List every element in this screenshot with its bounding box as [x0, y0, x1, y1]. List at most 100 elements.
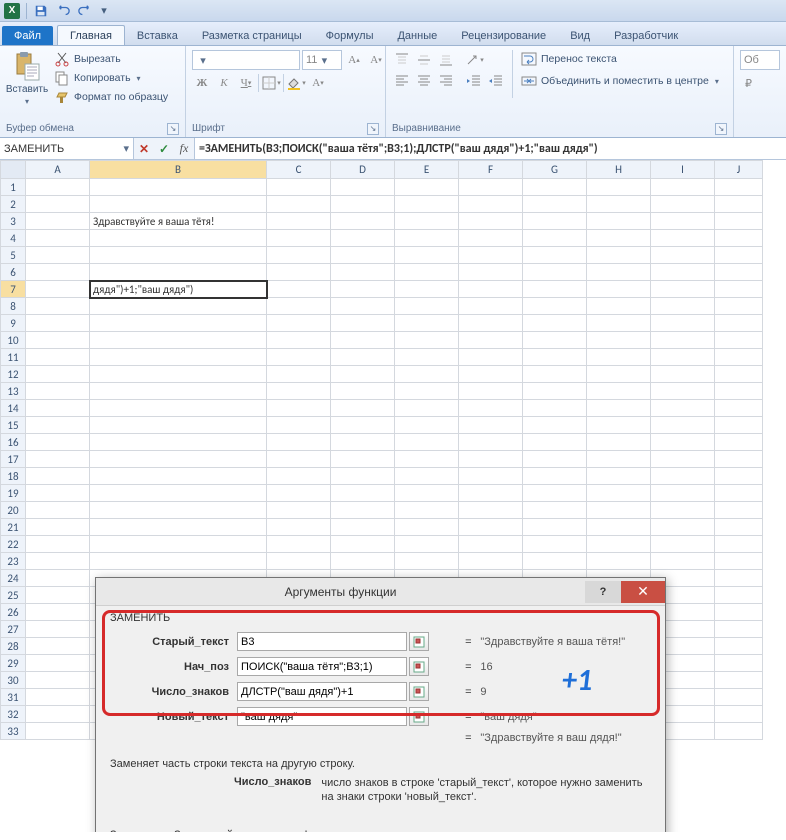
bold-button[interactable]: Ж — [192, 73, 212, 93]
redo-icon[interactable] — [77, 3, 93, 19]
cell[interactable] — [267, 315, 331, 332]
spreadsheet-grid[interactable]: ABCDEFGHIJ123Здравствуйте я ваша тётя!45… — [0, 160, 786, 832]
align-bottom-icon[interactable] — [436, 50, 456, 70]
cell[interactable] — [90, 468, 267, 485]
cell[interactable] — [523, 213, 587, 230]
cell[interactable] — [26, 621, 90, 638]
row-header[interactable]: 20 — [1, 502, 26, 519]
cell[interactable] — [395, 281, 459, 298]
cell[interactable] — [651, 315, 715, 332]
cell[interactable] — [395, 519, 459, 536]
alignment-launcher-icon[interactable]: ↘ — [715, 123, 727, 135]
cell[interactable] — [523, 434, 587, 451]
column-header[interactable]: C — [267, 161, 331, 179]
cell[interactable] — [331, 383, 395, 400]
row-header[interactable]: 18 — [1, 468, 26, 485]
fx-icon[interactable]: fx — [174, 141, 194, 156]
cell[interactable] — [459, 264, 523, 281]
copy-button[interactable]: Копировать ▾ — [52, 69, 170, 87]
font-color-button[interactable]: A▾ — [308, 73, 328, 93]
formula-cancel-icon[interactable]: ✕ — [134, 142, 154, 156]
align-center-icon[interactable] — [414, 71, 434, 91]
grow-font-icon[interactable]: A▴ — [344, 50, 364, 70]
cell[interactable] — [651, 536, 715, 553]
cell[interactable] — [715, 672, 763, 689]
cell[interactable] — [331, 247, 395, 264]
cell[interactable] — [523, 281, 587, 298]
cell[interactable] — [331, 553, 395, 570]
paste-button[interactable]: Вставить ▾ — [6, 48, 48, 108]
cell[interactable] — [587, 383, 651, 400]
column-header[interactable]: A — [26, 161, 90, 179]
cell[interactable] — [587, 485, 651, 502]
cell[interactable] — [587, 451, 651, 468]
cell[interactable] — [523, 400, 587, 417]
cell[interactable] — [267, 366, 331, 383]
arg-input[interactable] — [237, 632, 407, 651]
cell[interactable] — [587, 553, 651, 570]
cell[interactable] — [26, 587, 90, 604]
cell[interactable] — [651, 230, 715, 247]
row-header[interactable]: 23 — [1, 553, 26, 570]
cell[interactable] — [523, 247, 587, 264]
cell[interactable] — [651, 400, 715, 417]
cell[interactable] — [459, 400, 523, 417]
row-header[interactable]: 21 — [1, 519, 26, 536]
row-header[interactable]: 1 — [1, 179, 26, 196]
font-name-combo[interactable]: ▾ — [192, 50, 300, 70]
cell[interactable] — [90, 400, 267, 417]
cell[interactable] — [267, 298, 331, 315]
cell[interactable] — [331, 434, 395, 451]
cut-button[interactable]: Вырезать — [52, 50, 170, 68]
cell[interactable] — [523, 553, 587, 570]
cell[interactable] — [267, 553, 331, 570]
arg-input[interactable] — [237, 657, 407, 676]
cell[interactable] — [26, 247, 90, 264]
cell[interactable] — [267, 247, 331, 264]
cell[interactable] — [651, 179, 715, 196]
cell[interactable] — [587, 247, 651, 264]
cell[interactable] — [715, 451, 763, 468]
row-header[interactable]: 19 — [1, 485, 26, 502]
range-picker-icon[interactable] — [409, 707, 429, 726]
cell[interactable] — [587, 315, 651, 332]
cell[interactable] — [651, 417, 715, 434]
borders-button[interactable]: ▾ — [261, 73, 281, 93]
cell[interactable]: дядя")+1;"ваш дядя") — [90, 281, 267, 298]
cell[interactable] — [26, 536, 90, 553]
cell[interactable] — [651, 349, 715, 366]
cell[interactable] — [651, 468, 715, 485]
cell[interactable] — [90, 247, 267, 264]
cell[interactable] — [523, 315, 587, 332]
cell[interactable] — [715, 264, 763, 281]
tab-view[interactable]: Вид — [558, 26, 602, 45]
cell[interactable] — [395, 485, 459, 502]
font-launcher-icon[interactable]: ↘ — [367, 123, 379, 135]
cell[interactable] — [331, 332, 395, 349]
column-header[interactable]: D — [331, 161, 395, 179]
row-header[interactable]: 24 — [1, 570, 26, 587]
row-header[interactable]: 16 — [1, 434, 26, 451]
cell[interactable] — [715, 689, 763, 706]
cell[interactable] — [651, 383, 715, 400]
cell[interactable] — [523, 468, 587, 485]
shrink-font-icon[interactable]: A▾ — [366, 50, 386, 70]
cell[interactable] — [331, 196, 395, 213]
cell[interactable] — [90, 332, 267, 349]
cell[interactable] — [523, 196, 587, 213]
cell[interactable] — [26, 570, 90, 587]
cell[interactable] — [459, 281, 523, 298]
tab-data[interactable]: Данные — [385, 26, 449, 45]
cell[interactable] — [331, 264, 395, 281]
clipboard-launcher-icon[interactable]: ↘ — [167, 123, 179, 135]
cell[interactable] — [587, 366, 651, 383]
font-size-combo[interactable]: 11▾ — [302, 50, 342, 70]
cell[interactable] — [587, 298, 651, 315]
align-middle-icon[interactable] — [414, 50, 434, 70]
cell[interactable] — [715, 502, 763, 519]
cell[interactable] — [587, 434, 651, 451]
range-picker-icon[interactable] — [409, 657, 429, 676]
cell[interactable] — [715, 485, 763, 502]
align-left-icon[interactable] — [392, 71, 412, 91]
cell[interactable] — [651, 519, 715, 536]
